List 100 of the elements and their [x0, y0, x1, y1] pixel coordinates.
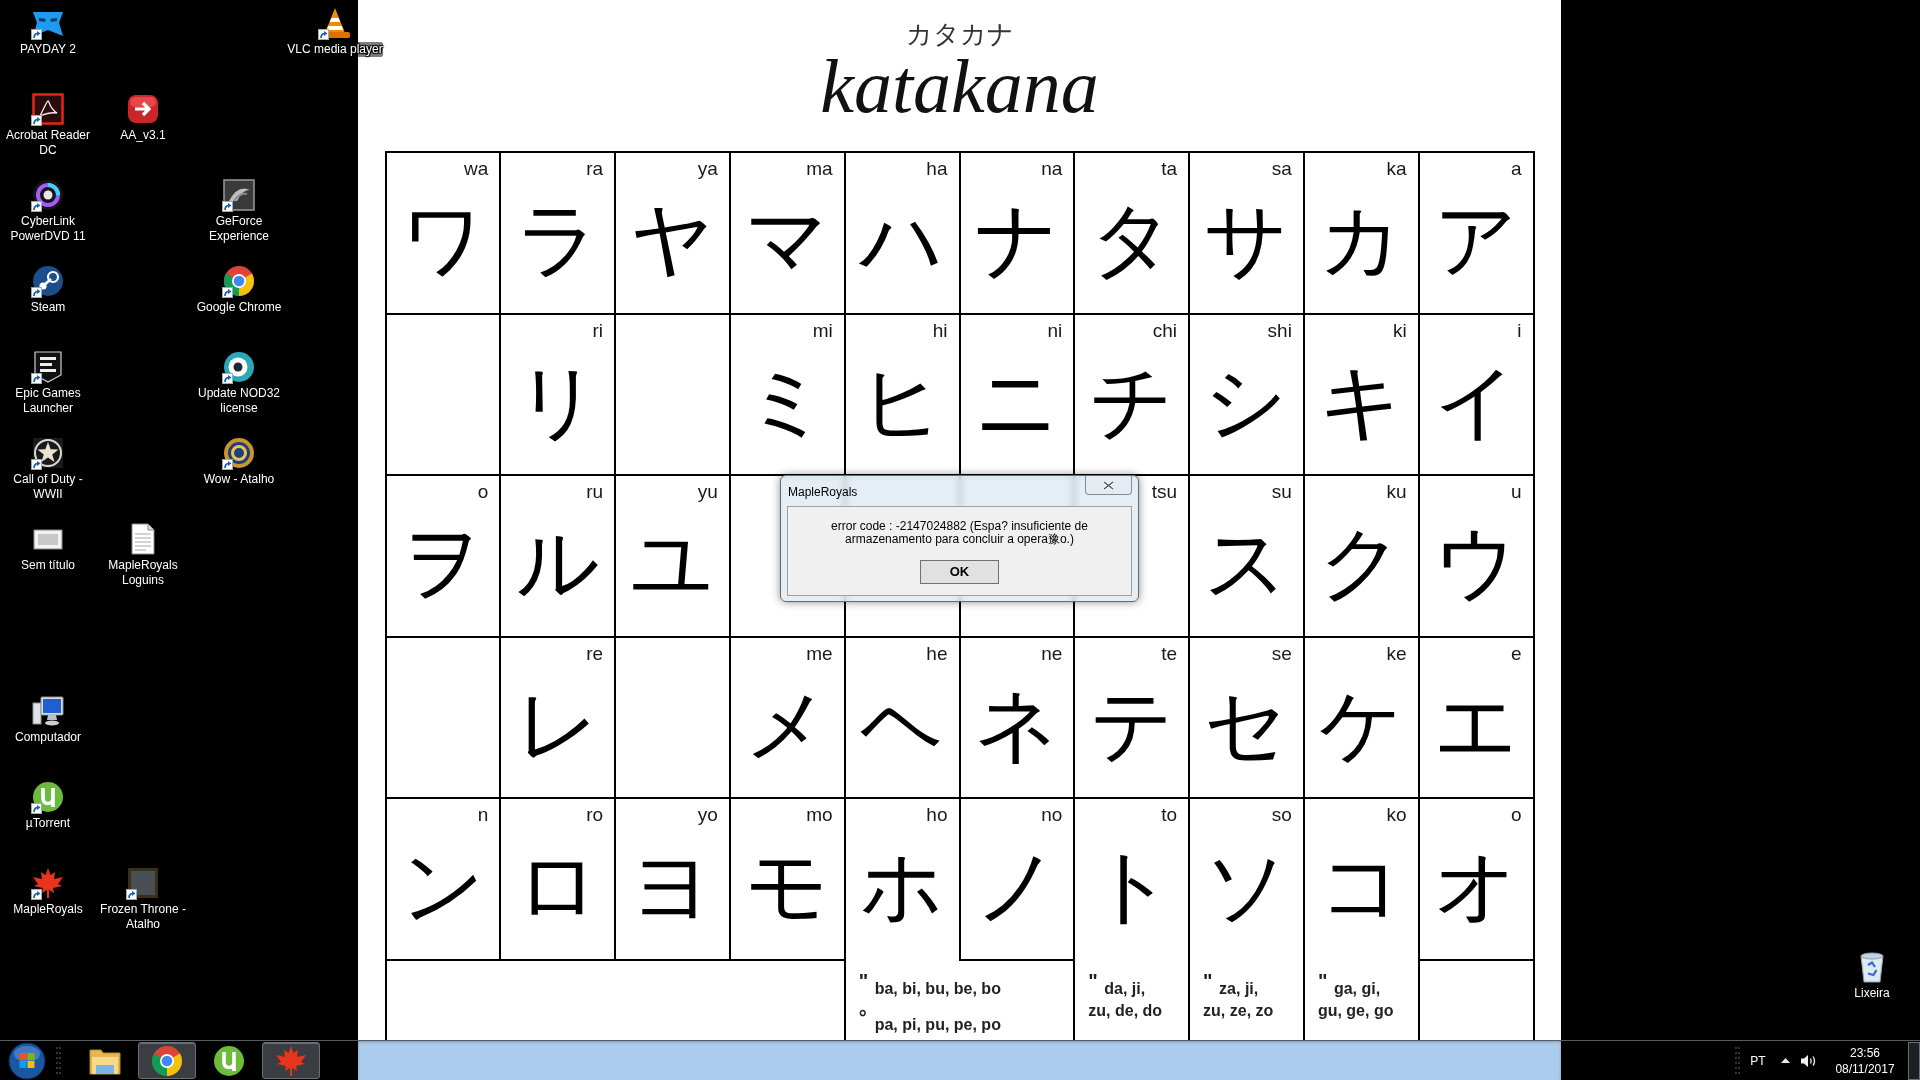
- icon-label[interactable]: Google Chrome: [196, 300, 282, 315]
- romaji-label: wa: [464, 157, 489, 181]
- browser-logo-icon[interactable]: [223, 265, 255, 297]
- romaji-label: na: [1041, 157, 1063, 181]
- computer-icon[interactable]: [32, 695, 64, 727]
- icon-label[interactable]: MapleRoyals: [13, 902, 83, 917]
- romaji-label: yo: [697, 803, 718, 828]
- romaji-label: te: [1161, 641, 1178, 666]
- romaji-label: ka: [1386, 157, 1407, 181]
- tile-logo-icon[interactable]: [223, 179, 255, 211]
- pdf-icon[interactable]: [32, 93, 64, 125]
- romaji-label: o: [1510, 803, 1522, 828]
- romaji-label: ri: [592, 318, 604, 343]
- kana-character: ニ: [974, 359, 1059, 444]
- romaji-label: ro: [586, 803, 604, 828]
- romaji-label: o: [477, 480, 489, 505]
- romaji-label: he: [926, 641, 948, 666]
- error-message: error code : -2147024882 (Espa? insuficiente de armazenamento para concluir a opera豫o.): [830, 520, 1089, 546]
- gripper-icon: [56, 1046, 61, 1075]
- note-text: za, ji,: [1219, 978, 1259, 999]
- romaji-label: ki: [1392, 318, 1407, 343]
- shield-logo-icon[interactable]: [32, 351, 64, 383]
- framed-picture-icon[interactable]: [127, 867, 159, 899]
- kana-character: ス: [1204, 521, 1289, 606]
- maple-leaf-icon: [275, 1044, 307, 1077]
- speaker-icon: [1801, 1053, 1817, 1068]
- romaji-label: ya: [697, 157, 718, 181]
- romaji-label: ku: [1386, 480, 1407, 505]
- piston-logo-icon[interactable]: [32, 265, 64, 297]
- romaji-label: ra: [586, 157, 604, 181]
- arrow-logo-icon[interactable]: [127, 93, 159, 125]
- orb-icon: [8, 1041, 46, 1080]
- ring-logo-icon[interactable]: [32, 179, 64, 211]
- romaji-label: shi: [1267, 318, 1292, 343]
- close-icon: [1103, 480, 1114, 490]
- romaji-label: tsu: [1151, 480, 1178, 505]
- romaji-label: ne: [1041, 641, 1063, 666]
- kana-character: ヲ: [400, 521, 485, 606]
- kana-character: ト: [1089, 844, 1174, 929]
- maple-leaf-icon[interactable]: [32, 867, 64, 899]
- romaji-label: e: [1510, 641, 1522, 666]
- kana-character: ミ: [745, 359, 830, 444]
- romaji-label: u: [1510, 480, 1522, 505]
- kana-character: ク: [1319, 521, 1404, 606]
- romaji-label: ho: [926, 803, 948, 828]
- note-text: pa, pi, pu, pe, po: [874, 1014, 1001, 1035]
- dialog-title: MapleRoyals: [788, 485, 858, 499]
- note-text: ba, bi, bu, be, bo: [874, 978, 1001, 999]
- show-desktop-button[interactable]: [1908, 1041, 1920, 1080]
- language-button[interactable]: PT: [1743, 1053, 1773, 1068]
- kana-character: ヨ: [630, 844, 715, 929]
- kana-character: ヤ: [630, 198, 715, 282]
- kana-character: ウ: [1434, 521, 1519, 606]
- romaji-label: ni: [1047, 318, 1063, 343]
- ok-button[interactable]: OK: [920, 560, 999, 584]
- romaji-label: hi: [932, 318, 948, 343]
- kana-character: シ: [1204, 359, 1289, 444]
- romaji-label: a: [1510, 157, 1522, 181]
- close-button[interactable]: [1085, 476, 1132, 495]
- start-button[interactable]: [7, 1040, 47, 1080]
- romaji-label: no: [1041, 803, 1063, 828]
- kana-character: テ: [1089, 682, 1174, 767]
- kana-character: ケ: [1319, 682, 1404, 767]
- icon-label[interactable]: Computador: [14, 730, 81, 745]
- kana-character: ノ: [974, 844, 1059, 929]
- icon-label[interactable]: AA_v3.1: [120, 128, 166, 143]
- romaji-label: ru: [586, 480, 604, 505]
- kana-character: コ: [1319, 844, 1404, 929]
- romaji-label: yu: [697, 480, 718, 505]
- dakuten-mark: ": [1203, 970, 1214, 991]
- romaji-label: ma: [806, 157, 833, 181]
- kana-character: ワ: [400, 198, 485, 282]
- note-text: ga, gi,: [1333, 978, 1381, 999]
- kana-character: ネ: [974, 682, 1059, 767]
- kana-character: カ: [1319, 198, 1404, 282]
- kana-character: ン: [400, 844, 485, 929]
- clock-button[interactable]: 23:56 08/11/2017: [1827, 1044, 1903, 1077]
- kana-character: ア: [1434, 198, 1519, 282]
- disc-logo-icon[interactable]: [32, 781, 64, 813]
- kana-character: サ: [1204, 198, 1289, 282]
- emblem-icon[interactable]: [223, 437, 255, 469]
- icon-label[interactable]: µTorrent: [25, 816, 71, 831]
- romaji-label: ke: [1386, 641, 1407, 666]
- taskbar-button[interactable]: [138, 1042, 196, 1079]
- romaji-label: i: [1517, 318, 1522, 343]
- romaji-label: ha: [926, 157, 948, 181]
- kana-character: セ: [1204, 682, 1289, 767]
- eye-logo-icon[interactable]: [223, 351, 255, 383]
- disc-logo-icon: [213, 1044, 245, 1077]
- note-text: zu, ze, zo: [1203, 1000, 1274, 1021]
- chart-subtitle: カタカナ: [905, 18, 1014, 50]
- star-emblem-icon[interactable]: [32, 437, 64, 469]
- note-text: zu, de, do: [1088, 1000, 1163, 1021]
- romaji-label: mi: [812, 318, 833, 343]
- kana-character: オ: [1434, 844, 1519, 929]
- kana-character: レ: [515, 682, 600, 767]
- kana-character: ホ: [860, 844, 945, 929]
- romaji-label: n: [477, 803, 489, 828]
- romaji-label: ta: [1161, 157, 1178, 181]
- kana-character: ラ: [515, 198, 600, 282]
